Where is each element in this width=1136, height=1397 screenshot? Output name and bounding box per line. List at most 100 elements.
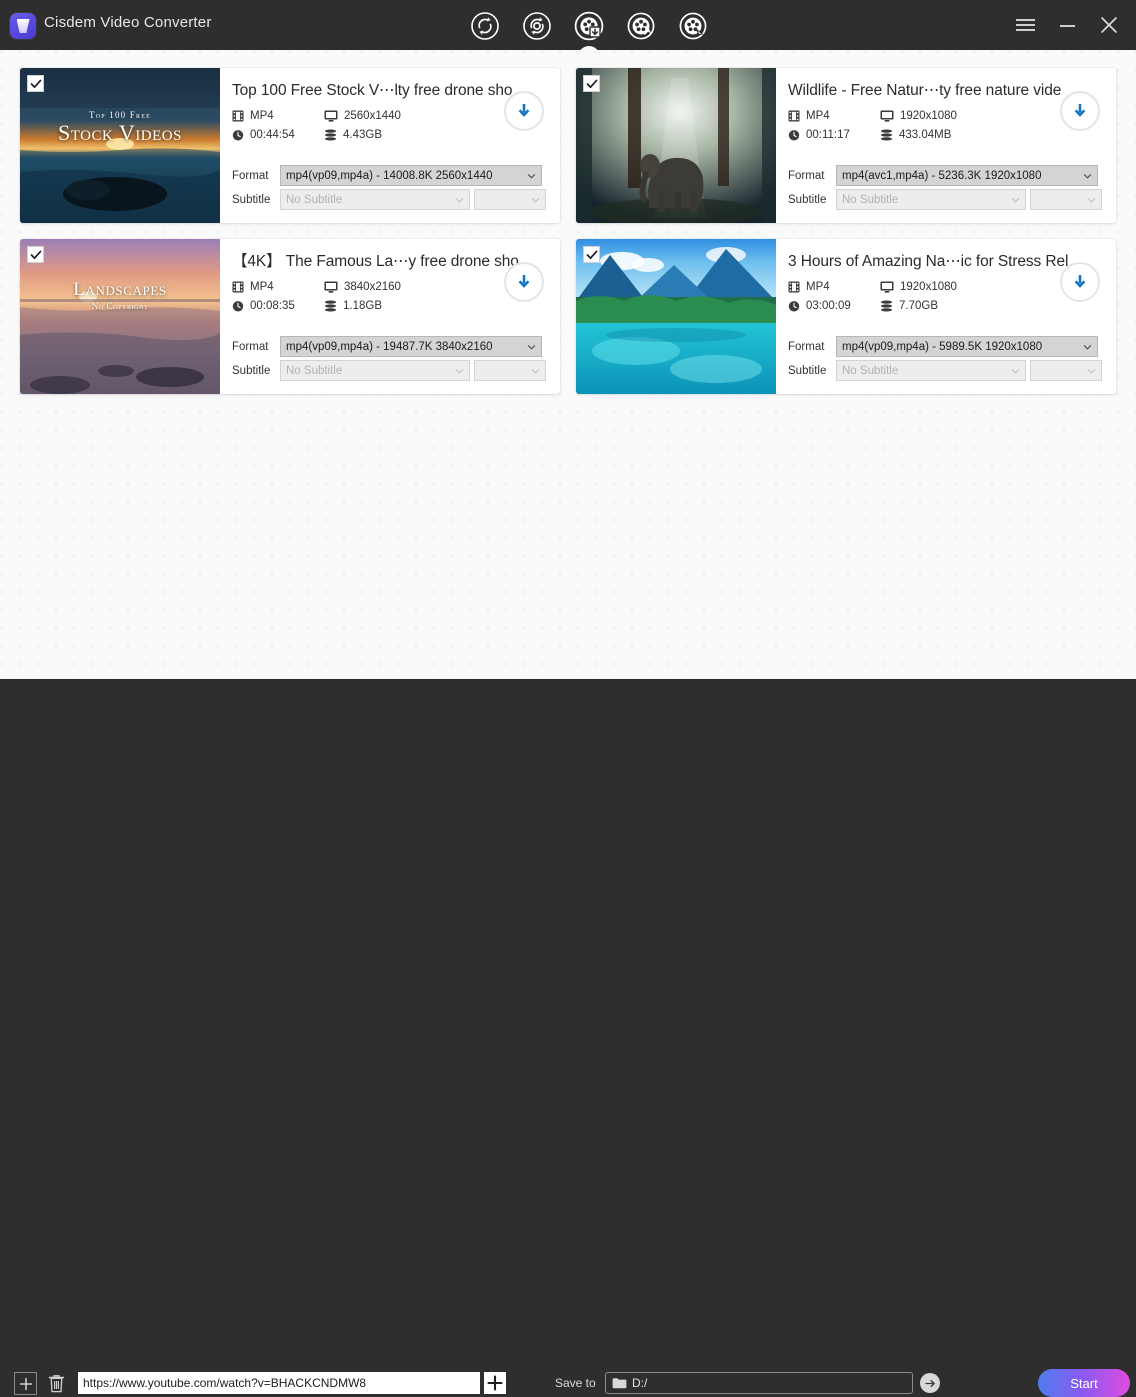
video-card-grid: Top 100 Free Stock Videos Top 100 Free S… — [20, 68, 1116, 394]
tab-dvd[interactable] — [674, 7, 712, 45]
tab-download[interactable] — [570, 7, 608, 57]
save-to-path: D:/ — [632, 1376, 648, 1390]
check-icon — [30, 79, 41, 88]
download-arrow-icon — [518, 104, 530, 117]
meta-resolution-value: 1920x1080 — [900, 110, 957, 122]
save-to-label: Save to — [555, 1376, 596, 1390]
meta-format: MP4 — [232, 281, 324, 293]
meta-resolution: 1920x1080 — [880, 110, 957, 122]
chevron-down-icon — [1083, 173, 1092, 179]
video-card-4[interactable]: 3 Hours of Amazing Na⋯ic for Stress Rel … — [576, 239, 1116, 394]
thumbnail-image — [576, 68, 776, 223]
meta-duration: 00:08:35 — [232, 300, 324, 312]
download-button[interactable] — [504, 262, 544, 302]
trash-icon — [48, 1375, 65, 1393]
film-icon — [788, 281, 800, 293]
meta-format: MP4 — [788, 110, 880, 122]
subtitle-select[interactable]: No Subtitle — [836, 360, 1026, 381]
format-value: mp4(vp09,mp4a) - 5989.5K 1920x1080 — [842, 340, 1043, 353]
download-button[interactable] — [504, 91, 544, 131]
monitor-icon — [880, 110, 894, 122]
format-value: mp4(vp09,mp4a) - 14008.8K 2560x1440 — [286, 169, 493, 182]
main-canvas: Top 100 Free Stock Videos Top 100 Free S… — [0, 50, 1136, 679]
video-thumbnail[interactable] — [576, 239, 776, 394]
subtitle-value: No Subtitle — [286, 193, 343, 206]
video-thumbnail[interactable]: Top 100 Free Stock Videos — [20, 68, 220, 223]
clock-icon — [232, 301, 244, 312]
open-folder-button[interactable] — [920, 1373, 940, 1393]
format-row: Format mp4(vp09,mp4a) - 19487.7K 3840x21… — [232, 336, 560, 357]
video-metadata: MP4 1920x1080 03:00:09 7.70GB — [788, 281, 957, 312]
plus-icon — [487, 1375, 503, 1391]
tab-convert[interactable] — [466, 7, 504, 45]
download-arrow-icon — [1074, 104, 1086, 117]
meta-filesize: 1.18GB — [324, 300, 401, 312]
tab-edit[interactable] — [622, 7, 660, 45]
film-icon — [788, 110, 800, 122]
title-bar: Cisdem Video Converter — [0, 0, 1136, 57]
select-checkbox[interactable] — [583, 75, 600, 92]
subtitle-value: No Subtitle — [842, 193, 899, 206]
meta-filesize-value: 4.43GB — [343, 129, 382, 141]
video-card-3[interactable]: Landscapes No Copyright 【4K】 The Famous … — [20, 239, 560, 394]
subtitle-row: Subtitle No Subtitle — [232, 189, 560, 210]
select-checkbox[interactable] — [27, 75, 44, 92]
meta-format: MP4 — [788, 281, 880, 293]
video-card-body: 【4K】 The Famous La⋯y free drone sho MP4 — [220, 239, 560, 394]
video-thumbnail[interactable] — [576, 68, 776, 223]
tab-compress[interactable] — [518, 7, 556, 45]
add-file-button[interactable] — [14, 1372, 37, 1395]
arrow-right-icon — [924, 1379, 935, 1387]
select-checkbox[interactable] — [583, 246, 600, 263]
meta-format-value: MP4 — [250, 110, 274, 122]
subtitle-encoding-select[interactable] — [1030, 360, 1102, 381]
video-card-1[interactable]: Top 100 Free Stock Videos Top 100 Free S… — [20, 68, 560, 223]
save-to-input[interactable]: D:/ — [605, 1372, 913, 1394]
subtitle-encoding-select[interactable] — [474, 360, 546, 381]
subtitle-select[interactable]: No Subtitle — [280, 360, 470, 381]
chevron-down-icon — [455, 368, 464, 374]
meta-filesize-value: 7.70GB — [899, 300, 938, 312]
format-select[interactable]: mp4(vp09,mp4a) - 5989.5K 1920x1080 — [836, 336, 1098, 357]
thumbnail-image — [20, 68, 220, 223]
subtitle-select[interactable]: No Subtitle — [836, 189, 1026, 210]
video-thumbnail[interactable]: Landscapes No Copyright — [20, 239, 220, 394]
thumbnail-image — [20, 239, 220, 394]
subtitle-value: No Subtitle — [286, 364, 343, 377]
close-icon[interactable] — [1092, 8, 1126, 42]
meta-duration: 00:11:17 — [788, 129, 880, 141]
meta-resolution: 3840x2160 — [324, 281, 401, 293]
film-icon — [232, 281, 244, 293]
chevron-down-icon — [531, 197, 540, 203]
format-select[interactable]: mp4(vp09,mp4a) - 14008.8K 2560x1440 — [280, 165, 542, 186]
chevron-down-icon — [1011, 197, 1020, 203]
monitor-icon — [324, 281, 338, 293]
meta-format-value: MP4 — [250, 281, 274, 293]
select-checkbox[interactable] — [27, 246, 44, 263]
menu-icon[interactable] — [1008, 8, 1042, 42]
compress-icon — [523, 12, 551, 40]
video-metadata: MP4 3840x2160 00:08:35 1.18GB — [232, 281, 401, 312]
meta-duration: 00:44:54 — [232, 129, 324, 141]
download-button[interactable] — [1060, 91, 1100, 131]
format-label: Format — [788, 340, 825, 353]
subtitle-select[interactable]: No Subtitle — [280, 189, 470, 210]
video-card-2[interactable]: Wildlife - Free Natur⋯ty free nature vid… — [576, 68, 1116, 223]
format-select[interactable]: mp4(vp09,mp4a) - 19487.7K 3840x2160 — [280, 336, 542, 357]
subtitle-label: Subtitle — [232, 193, 271, 206]
start-button[interactable]: Start — [1038, 1369, 1130, 1397]
download-button[interactable] — [1060, 262, 1100, 302]
delete-all-button[interactable] — [45, 1372, 68, 1395]
cisdem-logo-icon — [10, 13, 36, 39]
add-url-button[interactable] — [484, 1372, 506, 1394]
meta-filesize: 7.70GB — [880, 300, 957, 312]
subtitle-encoding-select[interactable] — [474, 189, 546, 210]
subtitle-label: Subtitle — [788, 364, 827, 377]
plus-icon — [19, 1377, 32, 1390]
minimize-icon[interactable] — [1050, 8, 1084, 42]
format-select[interactable]: mp4(avc1,mp4a) - 5236.3K 1920x1080 — [836, 165, 1098, 186]
format-row: Format mp4(vp09,mp4a) - 5989.5K 1920x108… — [788, 336, 1116, 357]
url-input[interactable] — [78, 1372, 480, 1394]
subtitle-label: Subtitle — [232, 364, 271, 377]
subtitle-encoding-select[interactable] — [1030, 189, 1102, 210]
